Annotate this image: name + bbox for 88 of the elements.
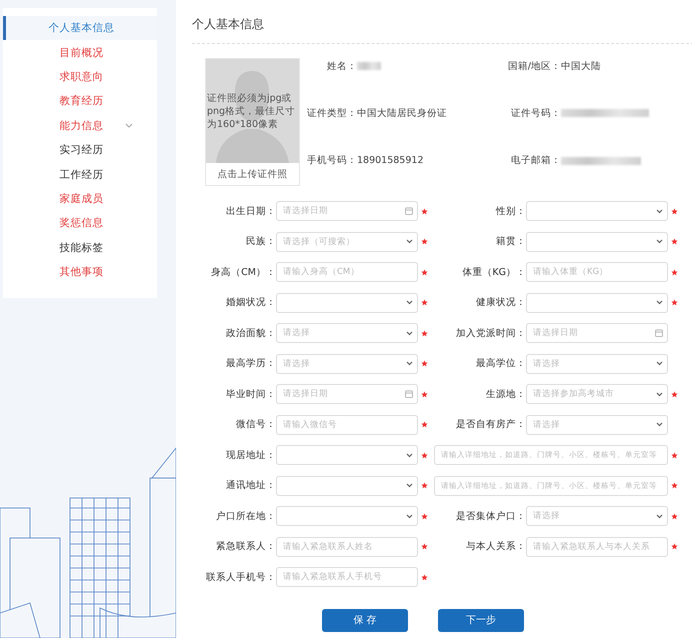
chevron-down-icon xyxy=(656,361,663,366)
select-field[interactable] xyxy=(276,292,418,313)
date-field[interactable]: 请选择日期 xyxy=(276,201,418,222)
info-label: 证件号码： xyxy=(510,106,561,120)
field-label: 婚姻状况： xyxy=(225,296,276,310)
field-label: 政治面貌： xyxy=(225,326,276,340)
chevron-down-icon xyxy=(656,208,663,214)
field-label: 健康状况： xyxy=(475,296,526,310)
field-label: 最高学位： xyxy=(475,357,526,370)
info-value: 中国大陆居民身份证 xyxy=(357,106,447,120)
field-label: 出生日期： xyxy=(225,204,276,218)
input-field[interactable]: 请输入微信号 xyxy=(276,414,418,435)
sidebar-item[interactable]: 技能标签 xyxy=(3,236,157,260)
select-field[interactable] xyxy=(526,292,668,313)
chevron-down-icon xyxy=(656,300,663,306)
select-field[interactable] xyxy=(276,506,418,526)
sidebar-item[interactable]: 家庭成员 xyxy=(3,186,157,212)
sidebar-item[interactable]: 教育经历 xyxy=(3,89,157,114)
field-label: 与本人关系： xyxy=(465,540,526,554)
field-label: 性别： xyxy=(494,204,526,218)
select-field[interactable]: 请选择 xyxy=(526,354,668,374)
field-label: 是否集体户口： xyxy=(455,510,526,523)
redacted-value xyxy=(357,62,381,70)
select-field[interactable]: 请选择 xyxy=(526,506,668,526)
chevron-down-icon xyxy=(656,239,663,244)
select-field[interactable] xyxy=(276,445,418,466)
sidebar-item[interactable]: 奖惩信息 xyxy=(3,211,157,236)
input-field[interactable]: 请输入紧急联系人与本人关系 xyxy=(526,536,668,557)
chevron-down-icon xyxy=(406,514,413,519)
chevron-down-icon xyxy=(406,239,413,244)
sidebar-item[interactable]: 目前概况 xyxy=(3,40,157,65)
input-field[interactable]: 请输入体重（KG） xyxy=(526,262,668,282)
info-value: 中国大陆 xyxy=(561,60,601,72)
chevron-down-icon xyxy=(656,392,663,397)
select-field[interactable]: 请选择参加高考城市 xyxy=(526,384,668,404)
sidebar-item[interactable]: 能力信息 xyxy=(3,114,157,138)
field-label: 加入党派时间： xyxy=(455,326,526,340)
sidebar-item[interactable]: 其他事项 xyxy=(3,260,157,284)
field-label: 毕业时间： xyxy=(225,388,276,401)
field-label: 紧急联系人： xyxy=(215,540,276,554)
chevron-down-icon xyxy=(406,452,413,458)
field-label: 生源地： xyxy=(485,388,526,401)
date-field[interactable]: 请选择日期 xyxy=(526,323,668,344)
info-label: 手机号码： xyxy=(306,154,357,168)
select-field[interactable]: 请选择 xyxy=(276,323,418,344)
chevron-down-icon xyxy=(406,361,413,366)
calendar-icon xyxy=(405,207,413,216)
photo-hint: 证件照必须为jpg或png格式，最佳尺寸为160*180像素 xyxy=(206,92,296,130)
chevron-down-icon xyxy=(406,330,413,336)
sidebar-item[interactable]: 实习经历 xyxy=(3,138,157,162)
sidebar-item[interactable]: 工作经历 xyxy=(3,162,157,187)
field-label: 体重（KG）： xyxy=(461,266,526,279)
calendar-icon xyxy=(405,390,413,398)
save-button[interactable]: 保 存 xyxy=(322,608,408,632)
calendar-icon xyxy=(655,329,663,338)
field-label: 最高学历： xyxy=(225,357,276,370)
select-field[interactable] xyxy=(526,232,668,252)
field-label: 籍贯： xyxy=(495,235,526,248)
chevron-down-icon xyxy=(406,483,413,488)
select-field[interactable]: 请选择（可搜索） xyxy=(276,232,418,252)
info-value: 18901585912 xyxy=(357,155,424,166)
date-field[interactable]: 请选择日期 xyxy=(276,384,418,404)
select-field[interactable] xyxy=(526,201,668,222)
select-field[interactable] xyxy=(276,476,418,496)
next-button[interactable]: 下一步 xyxy=(438,608,524,632)
info-label: 国籍/地区： xyxy=(506,60,561,72)
input-field[interactable]: 请输入紧急联系人手机号 xyxy=(276,567,418,588)
chevron-down-icon xyxy=(656,422,663,428)
field-label: 身高（CM）： xyxy=(210,266,276,279)
chevron-down-icon xyxy=(406,300,413,306)
input-field[interactable]: 请输入身高（CM） xyxy=(276,262,418,282)
select-field[interactable]: 请选择 xyxy=(276,354,418,374)
info-label: 证件类型： xyxy=(306,106,357,120)
field-label: 联系人手机号： xyxy=(205,570,276,584)
field-label: 微信号： xyxy=(235,418,276,432)
input-field[interactable]: 请输入紧急联系人姓名 xyxy=(276,536,418,557)
field-label: 民族： xyxy=(245,235,276,248)
info-label: 电子邮箱： xyxy=(510,154,561,168)
sidebar-item[interactable]: 个人基本信息 xyxy=(3,16,157,40)
sidebar-item[interactable]: 求职意向 xyxy=(3,64,157,90)
info-label: 姓名： xyxy=(326,60,357,72)
section-title: 个人基本信息 xyxy=(192,0,692,44)
chevron-down-icon xyxy=(656,514,663,519)
field-label: 是否自有房产： xyxy=(455,418,526,432)
field-label: 户口所在地： xyxy=(215,510,276,523)
field-label: 通讯地址： xyxy=(225,479,276,492)
select-field[interactable]: 请选择 xyxy=(526,414,668,435)
field-label: 现居地址： xyxy=(225,448,276,462)
